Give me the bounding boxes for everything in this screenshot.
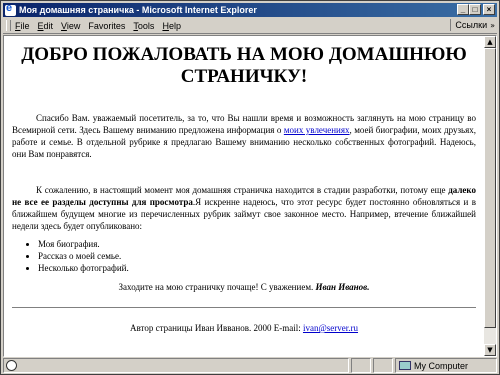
author-signature: Иван Иванов. <box>315 282 370 292</box>
page-footer: Автор страницы Иван Ивванов. 2000 E-mail… <box>129 323 359 333</box>
page-title: ДОБРО ПОЖАЛОВАТЬ НА МОЮ ДОМАШНЮЮ СТРАНИЧ… <box>21 44 467 87</box>
chevron-right-icon[interactable]: » <box>490 21 495 30</box>
hobbies-link[interactable]: моих увлечениях <box>284 125 350 135</box>
ie-logo-icon <box>5 2 16 16</box>
links-label: Ссылки <box>455 20 488 30</box>
menu-favorites[interactable]: Favorites <box>88 21 125 31</box>
closing-line: Заходите на мою страничку почаще! С уваж… <box>118 282 370 292</box>
menu-file[interactable]: File <box>15 21 30 31</box>
security-zone: My Computer <box>395 358 497 373</box>
status-paragraph: К сожалению, в настоящий момент моя дома… <box>12 185 476 231</box>
menu-view[interactable]: View <box>61 21 80 31</box>
minimize-button[interactable]: _ <box>457 4 469 15</box>
list-item: Несколько фотографий. <box>38 262 484 274</box>
divider <box>12 307 476 309</box>
menu-bar: File Edit View Favorites Tools Help Ссыл… <box>3 18 497 34</box>
page-viewport: ДОБРО ПОЖАЛОВАТЬ НА МОЮ ДОМАШНЮЮ СТРАНИЧ… <box>3 35 497 357</box>
upcoming-list: Моя биография. Рассказ о моей семье. Нес… <box>4 238 484 274</box>
maximize-button[interactable]: □ <box>469 4 481 15</box>
window-controls: _ □ × <box>457 4 495 15</box>
menu-tools[interactable]: Tools <box>133 21 154 31</box>
window-title: Моя домашняя страничка - Microsoft Inter… <box>19 5 257 15</box>
scroll-up-arrow-icon[interactable]: ▲ <box>484 36 496 48</box>
toolbar-grip[interactable] <box>6 20 11 31</box>
computer-icon <box>399 361 411 370</box>
title-bar[interactable]: Моя домашняя страничка - Microsoft Inter… <box>3 2 497 17</box>
vertical-scrollbar[interactable]: ▲ ▼ <box>484 36 496 356</box>
links-toolbar[interactable]: Ссылки » <box>450 19 495 31</box>
list-item: Рассказ о моей семье. <box>38 250 484 262</box>
status-message <box>3 358 349 373</box>
intro-paragraph: Спасибо Вам. уважаемый посетитель, за то… <box>12 113 477 159</box>
page-content: ДОБРО ПОЖАЛОВАТЬ НА МОЮ ДОМАШНЮЮ СТРАНИЧ… <box>4 36 484 356</box>
email-link[interactable]: ivan@server.ru <box>303 323 358 333</box>
status-bar: My Computer <box>3 358 497 373</box>
list-item: Моя биография. <box>38 238 484 250</box>
status-security-cell <box>373 358 393 373</box>
menu-help[interactable]: Help <box>162 21 181 31</box>
status-progress-cell <box>351 358 371 373</box>
menu-edit[interactable]: Edit <box>38 21 54 31</box>
page-done-icon <box>6 360 17 371</box>
scroll-down-arrow-icon[interactable]: ▼ <box>484 344 496 356</box>
scroll-thumb[interactable] <box>484 48 496 328</box>
close-button[interactable]: × <box>483 4 495 15</box>
browser-window: Моя домашняя страничка - Microsoft Inter… <box>0 0 500 375</box>
zone-label: My Computer <box>414 360 469 371</box>
